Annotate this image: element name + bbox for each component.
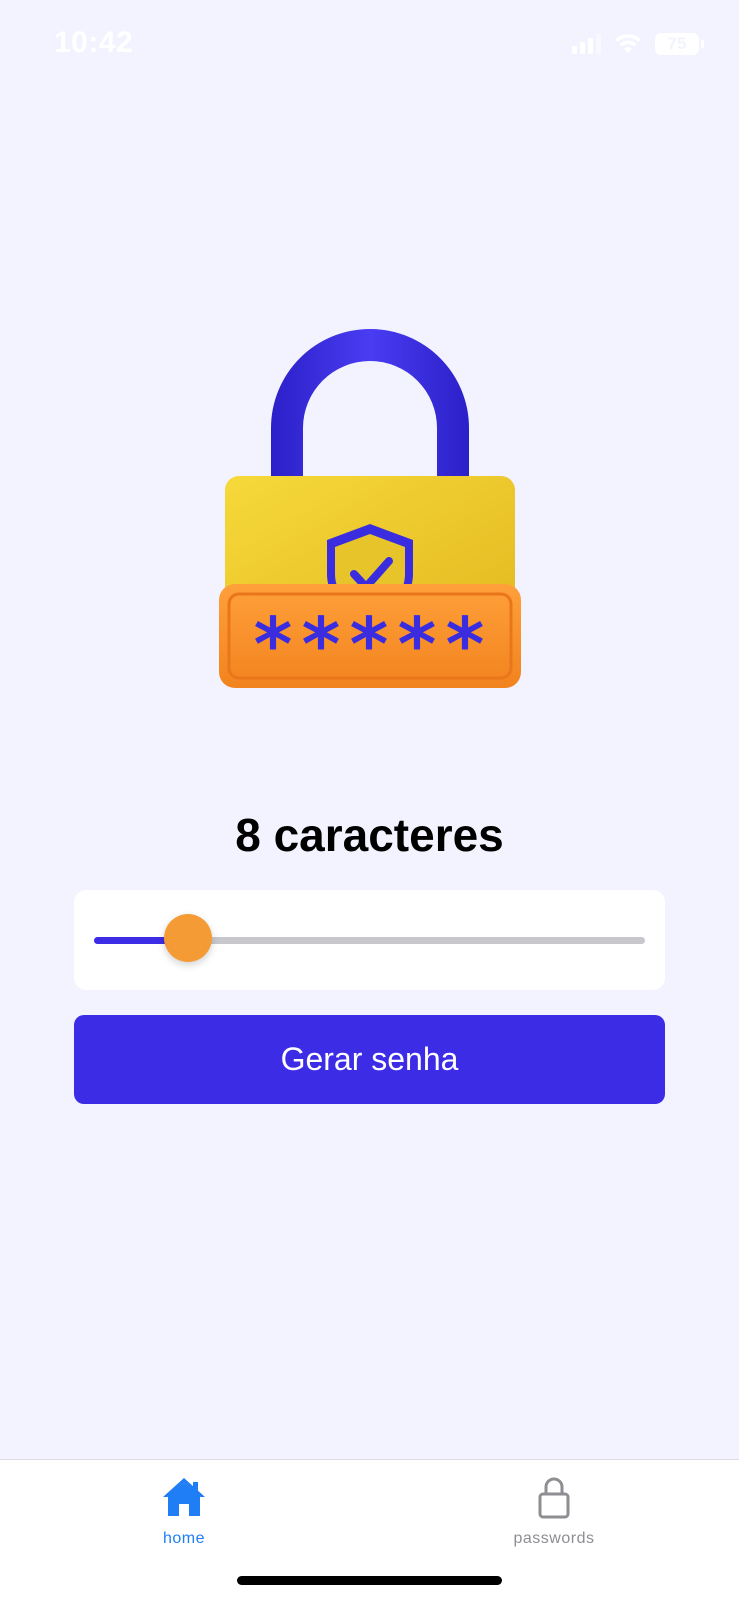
battery-level: 75 <box>667 34 687 53</box>
tab-home-label: home <box>162 1530 206 1547</box>
svg-text:*: * <box>302 602 341 688</box>
wifi-icon <box>615 34 641 53</box>
generate-password-button[interactable]: Gerar senha <box>74 1015 665 1104</box>
signal-icon <box>572 34 601 54</box>
status-time: 10:42 <box>54 26 134 59</box>
battery-icon: 75 <box>655 33 704 55</box>
tab-home[interactable]: home <box>104 1474 264 1554</box>
padlock-password-icon: * * * * * <box>219 329 521 688</box>
status-bar: 10:42 75 <box>0 0 739 90</box>
svg-text:*: * <box>350 602 389 688</box>
tab-passwords[interactable]: passwords <box>474 1474 634 1554</box>
home-indicator <box>237 1576 502 1585</box>
length-slider-card <box>74 890 665 990</box>
home-icon <box>163 1478 205 1516</box>
svg-text:*: * <box>398 602 437 688</box>
status-icons: 75 <box>572 32 704 56</box>
svg-text:*: * <box>254 602 293 688</box>
lock-icon <box>538 1477 570 1519</box>
tab-passwords-label: passwords <box>513 1530 595 1547</box>
slider-thumb[interactable] <box>163 914 212 962</box>
password-length-label: 8 caracteres <box>235 809 504 861</box>
svg-text:*: * <box>446 602 485 688</box>
